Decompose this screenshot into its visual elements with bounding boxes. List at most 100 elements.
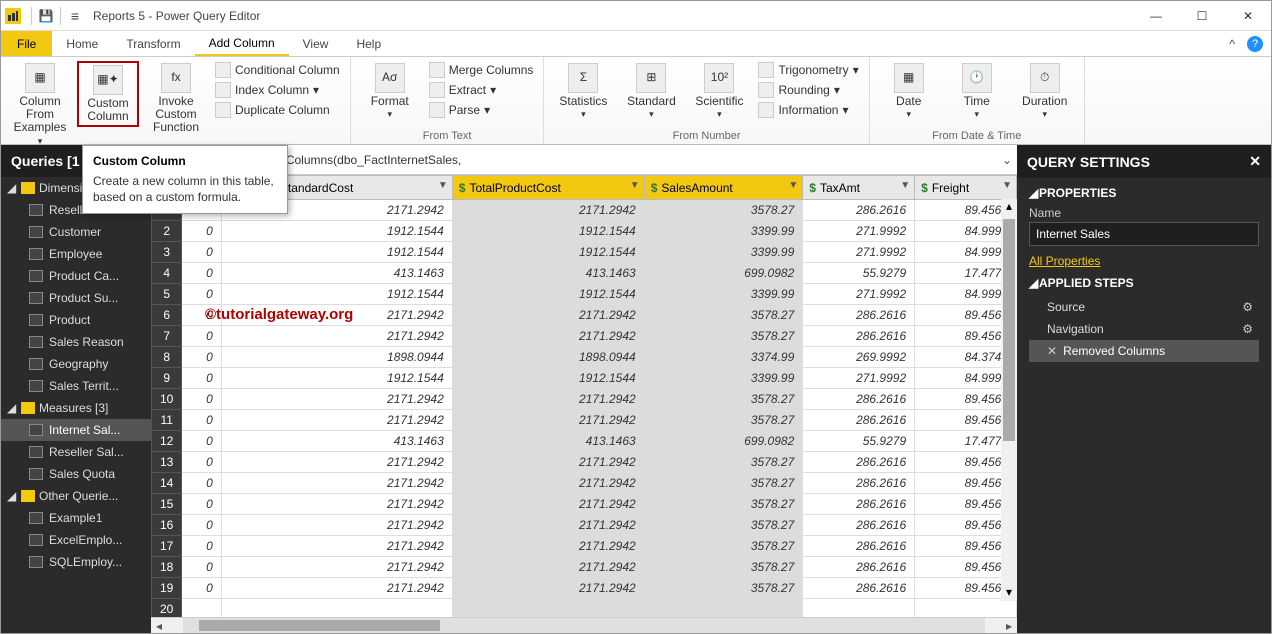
maximize-button[interactable]: ☐ xyxy=(1179,1,1225,31)
query-item[interactable]: Internet Sal... xyxy=(1,419,151,441)
data-cell[interactable]: 0 xyxy=(182,389,222,410)
data-cell[interactable]: 0 xyxy=(182,242,222,263)
tab-view[interactable]: View xyxy=(289,31,343,56)
query-item[interactable]: Employee xyxy=(1,243,151,265)
data-cell[interactable]: 286.2616 xyxy=(803,557,915,578)
index-column-button[interactable]: Index Column ▾ xyxy=(213,81,342,99)
query-item[interactable]: Product Ca... xyxy=(1,265,151,287)
queries-folder[interactable]: ◢Other Querie... xyxy=(1,485,151,507)
save-icon[interactable]: 💾 xyxy=(36,6,56,26)
data-cell[interactable]: 1912.1544 xyxy=(452,221,644,242)
vertical-scrollbar[interactable]: ▴▾ xyxy=(1001,199,1017,601)
row-number[interactable]: 13 xyxy=(152,452,182,473)
data-cell[interactable]: 2171.2942 xyxy=(221,557,452,578)
data-cell[interactable]: 2171.2942 xyxy=(452,389,644,410)
data-cell[interactable]: 0 xyxy=(182,473,222,494)
help-icon[interactable]: ? xyxy=(1247,36,1263,52)
data-cell[interactable]: 699.0982 xyxy=(644,263,803,284)
time-button[interactable]: 🕐Time▾ xyxy=(946,61,1008,122)
data-cell[interactable]: 3399.99 xyxy=(644,242,803,263)
parse-button[interactable]: Parse ▾ xyxy=(427,101,536,119)
data-cell[interactable]: 0 xyxy=(182,305,222,326)
data-cell[interactable]: 0 xyxy=(182,284,222,305)
data-cell[interactable]: 1912.1544 xyxy=(452,284,644,305)
query-item[interactable]: Sales Quota xyxy=(1,463,151,485)
data-cell[interactable]: 3578.27 xyxy=(644,326,803,347)
data-cell[interactable] xyxy=(182,599,222,618)
row-number[interactable]: 14 xyxy=(152,473,182,494)
row-number[interactable]: 18 xyxy=(152,557,182,578)
data-cell[interactable]: 286.2616 xyxy=(803,515,915,536)
query-item[interactable]: Example1 xyxy=(1,507,151,529)
data-cell[interactable]: 2171.2942 xyxy=(221,536,452,557)
close-button[interactable]: ✕ xyxy=(1225,1,1271,31)
standard-button[interactable]: ⊞Standard▾ xyxy=(620,61,682,122)
data-cell[interactable]: 0 xyxy=(182,221,222,242)
data-cell[interactable]: 3399.99 xyxy=(644,368,803,389)
data-cell[interactable]: 2171.2942 xyxy=(221,305,452,326)
row-number[interactable]: 7 xyxy=(152,326,182,347)
data-cell[interactable] xyxy=(644,599,803,618)
column-from-examples-button[interactable]: ▦ Column From Examples ▾ xyxy=(9,61,71,148)
all-properties-link[interactable]: All Properties xyxy=(1029,254,1100,268)
data-cell[interactable]: 1912.1544 xyxy=(221,368,452,389)
statistics-button[interactable]: ΣStatistics▾ xyxy=(552,61,614,122)
data-cell[interactable]: 2171.2942 xyxy=(221,389,452,410)
query-item[interactable]: Product Su... xyxy=(1,287,151,309)
query-item[interactable]: Sales Reason xyxy=(1,331,151,353)
data-cell[interactable]: 3374.99 xyxy=(644,347,803,368)
data-cell[interactable]: 2171.2942 xyxy=(221,578,452,599)
scientific-button[interactable]: 10²Scientific▾ xyxy=(688,61,750,122)
data-cell[interactable]: 699.0982 xyxy=(644,431,803,452)
data-cell[interactable]: 2171.2942 xyxy=(452,557,644,578)
data-cell[interactable]: 3399.99 xyxy=(644,284,803,305)
data-cell[interactable]: 0 xyxy=(182,578,222,599)
data-cell[interactable]: 55.9279 xyxy=(803,263,915,284)
information-button[interactable]: Information ▾ xyxy=(756,101,860,119)
data-cell[interactable] xyxy=(803,599,915,618)
query-name-input[interactable] xyxy=(1029,222,1259,246)
queries-folder[interactable]: ◢Measures [3] xyxy=(1,397,151,419)
data-cell[interactable]: 2171.2942 xyxy=(452,410,644,431)
query-item[interactable]: Sales Territ... xyxy=(1,375,151,397)
row-number[interactable]: 3 xyxy=(152,242,182,263)
data-cell[interactable]: 271.9992 xyxy=(803,284,915,305)
data-cell[interactable]: 413.1463 xyxy=(221,263,452,284)
data-cell[interactable]: 2171.2942 xyxy=(452,578,644,599)
data-cell[interactable]: 1912.1544 xyxy=(452,242,644,263)
data-cell[interactable]: 0 xyxy=(182,410,222,431)
row-number[interactable]: 19 xyxy=(152,578,182,599)
data-cell[interactable]: 1912.1544 xyxy=(221,242,452,263)
row-number[interactable]: 5 xyxy=(152,284,182,305)
gear-icon[interactable]: ⚙ xyxy=(1242,322,1253,336)
row-number[interactable]: 4 xyxy=(152,263,182,284)
applied-step[interactable]: Source⚙ xyxy=(1029,296,1259,318)
row-number[interactable]: 20 xyxy=(152,599,182,618)
data-cell[interactable]: 2171.2942 xyxy=(452,305,644,326)
query-item[interactable]: Reseller Sal... xyxy=(1,441,151,463)
close-settings-icon[interactable]: ✕ xyxy=(1249,153,1261,170)
data-cell[interactable]: 269.9992 xyxy=(803,347,915,368)
row-number[interactable]: 15 xyxy=(152,494,182,515)
query-item[interactable]: Product xyxy=(1,309,151,331)
column-header[interactable]: $Freight▼ xyxy=(915,176,1017,200)
data-cell[interactable]: 286.2616 xyxy=(803,200,915,221)
data-cell[interactable]: 413.1463 xyxy=(452,431,644,452)
data-cell[interactable]: 271.9992 xyxy=(803,242,915,263)
row-number[interactable]: 10 xyxy=(152,389,182,410)
data-cell[interactable]: 413.1463 xyxy=(221,431,452,452)
trigonometry-button[interactable]: Trigonometry ▾ xyxy=(756,61,860,79)
data-cell[interactable]: 1912.1544 xyxy=(221,221,452,242)
applied-step[interactable]: Navigation⚙ xyxy=(1029,318,1259,340)
data-cell[interactable]: 1898.0944 xyxy=(221,347,452,368)
query-item[interactable]: Geography xyxy=(1,353,151,375)
data-cell[interactable]: 0 xyxy=(182,515,222,536)
data-cell[interactable]: 2171.2942 xyxy=(221,452,452,473)
data-cell[interactable]: 2171.2942 xyxy=(452,326,644,347)
query-item[interactable]: Customer xyxy=(1,221,151,243)
data-cell[interactable]: 286.2616 xyxy=(803,305,915,326)
row-number[interactable]: 17 xyxy=(152,536,182,557)
format-button[interactable]: Aσ Format ▾ xyxy=(359,61,421,122)
file-menu[interactable]: File xyxy=(1,31,52,56)
data-cell[interactable]: 1912.1544 xyxy=(452,368,644,389)
